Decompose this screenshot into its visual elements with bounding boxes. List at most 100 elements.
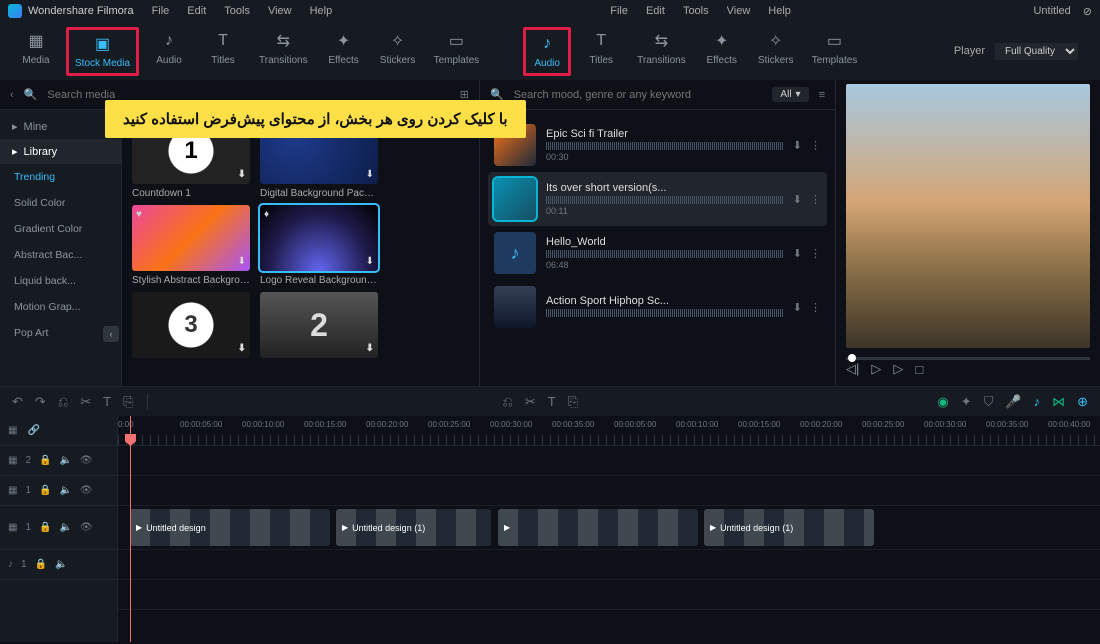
play-icon-2[interactable]: ▷	[893, 361, 903, 377]
menu-edit[interactable]: Edit	[646, 5, 665, 17]
media-card[interactable]: 2⬇	[260, 292, 378, 362]
menu-file[interactable]: File	[610, 5, 628, 17]
tl-tool-6[interactable]: ⊕	[1077, 394, 1088, 410]
download-icon[interactable]: ⬇	[793, 301, 802, 314]
toolbar-transitions[interactable]: ⇆Transitions	[253, 27, 314, 76]
toolbar-stickers[interactable]: ✧Stickers	[374, 27, 422, 76]
search-input[interactable]	[47, 89, 449, 101]
toolbar-audio[interactable]: ♪Audio	[145, 27, 193, 76]
time-ruler[interactable]: 0:0000:00:05:0000:00:10:0000:00:15:0000:…	[118, 416, 1100, 446]
clip[interactable]: ▶Untitled design (1)	[336, 509, 491, 546]
clip[interactable]: ▶	[498, 509, 698, 546]
category-gradientcolor[interactable]: Gradient Color	[0, 216, 121, 242]
media-card[interactable]: 3⬇	[132, 292, 250, 362]
audio-item[interactable]: Its over short version(s...00:11⬇⋮	[488, 172, 827, 226]
toolbar-titles[interactable]: TTitles	[577, 27, 625, 76]
menu-help[interactable]: Help	[310, 5, 333, 17]
audio-search-input[interactable]	[514, 89, 763, 101]
download-icon[interactable]: ⬇	[238, 169, 246, 180]
download-icon[interactable]: ⬇	[238, 256, 246, 267]
tl-tool-3[interactable]: 🎤	[1005, 394, 1021, 410]
prev-frame-icon[interactable]: ◁|	[846, 361, 859, 377]
track-1[interactable]	[118, 476, 1100, 506]
track-0[interactable]	[118, 446, 1100, 476]
sidebar-tab-mine[interactable]: ▸Mine	[0, 114, 121, 139]
track-ctrl[interactable]: 🔒	[39, 455, 51, 466]
clip[interactable]: ▶Untitled design (1)	[704, 509, 874, 546]
menu-view[interactable]: View	[727, 5, 751, 17]
track-ctrl[interactable]: 🔈	[55, 559, 67, 570]
menu-file[interactable]: File	[152, 5, 170, 17]
toolbar-transitions[interactable]: ⇆Transitions	[631, 27, 692, 76]
audio-item[interactable]: ♪Hello_World06:48⬇⋮	[488, 226, 827, 280]
category-trending[interactable]: Trending	[0, 164, 121, 190]
track-ctrl[interactable]: 👁	[80, 485, 93, 496]
sidebar-tab-library[interactable]: ▸Library	[0, 139, 121, 164]
sidebar-pager[interactable]: ‹	[103, 326, 119, 342]
filter-all[interactable]: All ▾	[772, 87, 808, 102]
track-ctrl[interactable]: 🔈	[59, 455, 71, 466]
list-view-icon[interactable]: ≡	[819, 89, 825, 101]
category-solidcolor[interactable]: Solid Color	[0, 190, 121, 216]
track-ctrl[interactable]: 🔒	[35, 559, 47, 570]
toolbar-stickers[interactable]: ✧Stickers	[752, 27, 800, 76]
download-icon[interactable]: ⬇	[793, 139, 802, 152]
toolbar-templates[interactable]: ▭Templates	[806, 27, 864, 76]
tl-tool-5[interactable]: ⎘	[123, 394, 133, 410]
track-ctrl[interactable]: 🔒	[39, 522, 51, 533]
video-preview[interactable]	[846, 84, 1090, 348]
more-icon[interactable]: ⋮	[810, 193, 821, 206]
tl-tool-2[interactable]: T	[548, 394, 556, 409]
more-icon[interactable]: ⋮	[810, 139, 821, 152]
track-4[interactable]	[118, 580, 1100, 610]
download-icon[interactable]: ⬇	[238, 343, 246, 354]
menu-edit[interactable]: Edit	[187, 5, 206, 17]
download-icon[interactable]: ⬇	[366, 343, 374, 354]
track-ctrl[interactable]: 👁	[80, 455, 93, 466]
track-ctrl[interactable]: 👁	[80, 522, 93, 533]
preview-scrubber[interactable]	[846, 357, 1090, 360]
doc-title[interactable]: Untitled	[1033, 5, 1070, 17]
track-ctrl[interactable]: 🔈	[59, 485, 71, 496]
stop-icon[interactable]: □	[915, 362, 923, 377]
track-header-1[interactable]: ▦1🔒🔈👁	[0, 476, 117, 506]
category-motiongrap[interactable]: Motion Grap...	[0, 294, 121, 320]
toolbar-templates[interactable]: ▭Templates	[428, 27, 486, 76]
track-ctrl[interactable]: 🔒	[39, 485, 51, 496]
tl-tool-0[interactable]: ◉	[937, 394, 948, 410]
audio-item[interactable]: Action Sport Hiphop Sc...⬇⋮	[488, 280, 827, 334]
clip[interactable]: ▶Untitled design	[130, 509, 330, 546]
link-icon[interactable]: 🔗	[27, 425, 39, 436]
category-abstractbac[interactable]: Abstract Bac...	[0, 242, 121, 268]
menu-help[interactable]: Help	[768, 5, 791, 17]
toolbar-effects[interactable]: ✦Effects	[320, 27, 368, 76]
timeline-options[interactable]: ▦ 🔗	[0, 416, 117, 446]
download-icon[interactable]: ⬇	[793, 193, 802, 206]
menu-view[interactable]: View	[268, 5, 292, 17]
quality-select[interactable]: Full Quality	[995, 43, 1078, 60]
back-icon[interactable]: ‹	[10, 89, 14, 101]
download-icon[interactable]: ⬇	[793, 247, 802, 260]
layers-icon[interactable]: ▦	[8, 425, 17, 436]
track-header-2[interactable]: ▦1🔒🔈👁	[0, 506, 117, 550]
toolbar-effects[interactable]: ✦Effects	[698, 27, 746, 76]
tl-tool-4[interactable]: T	[103, 394, 111, 409]
tl-tool-1[interactable]: ✂	[525, 394, 536, 410]
download-icon[interactable]: ⬇	[366, 256, 374, 267]
toolbar-media[interactable]: ▦Media	[12, 27, 60, 76]
menu-tools[interactable]: Tools	[224, 5, 250, 17]
menu-tools[interactable]: Tools	[683, 5, 709, 17]
media-card[interactable]: ♥⬇Stylish Abstract Background...	[132, 205, 250, 286]
toolbar-titles[interactable]: TTitles	[199, 27, 247, 76]
track-header-0[interactable]: ▦2🔒🔈👁	[0, 446, 117, 476]
track-2[interactable]: ▶Untitled design▶Untitled design (1)▶▶Un…	[118, 506, 1100, 550]
tl-tool-0[interactable]: ⎌	[502, 394, 512, 410]
tl-tool-5[interactable]: ⋈	[1052, 394, 1065, 410]
tl-tool-4[interactable]: ♪	[1034, 394, 1041, 409]
tl-tool-3[interactable]: ✂	[80, 394, 91, 410]
track-3[interactable]	[118, 550, 1100, 580]
media-card[interactable]: ♦⬇Logo Reveal Backgrounds M...	[260, 205, 378, 286]
more-icon[interactable]: ⋮	[810, 301, 821, 314]
tl-tool-3[interactable]: ⎘	[568, 394, 578, 410]
download-icon[interactable]: ⬇	[366, 169, 374, 180]
